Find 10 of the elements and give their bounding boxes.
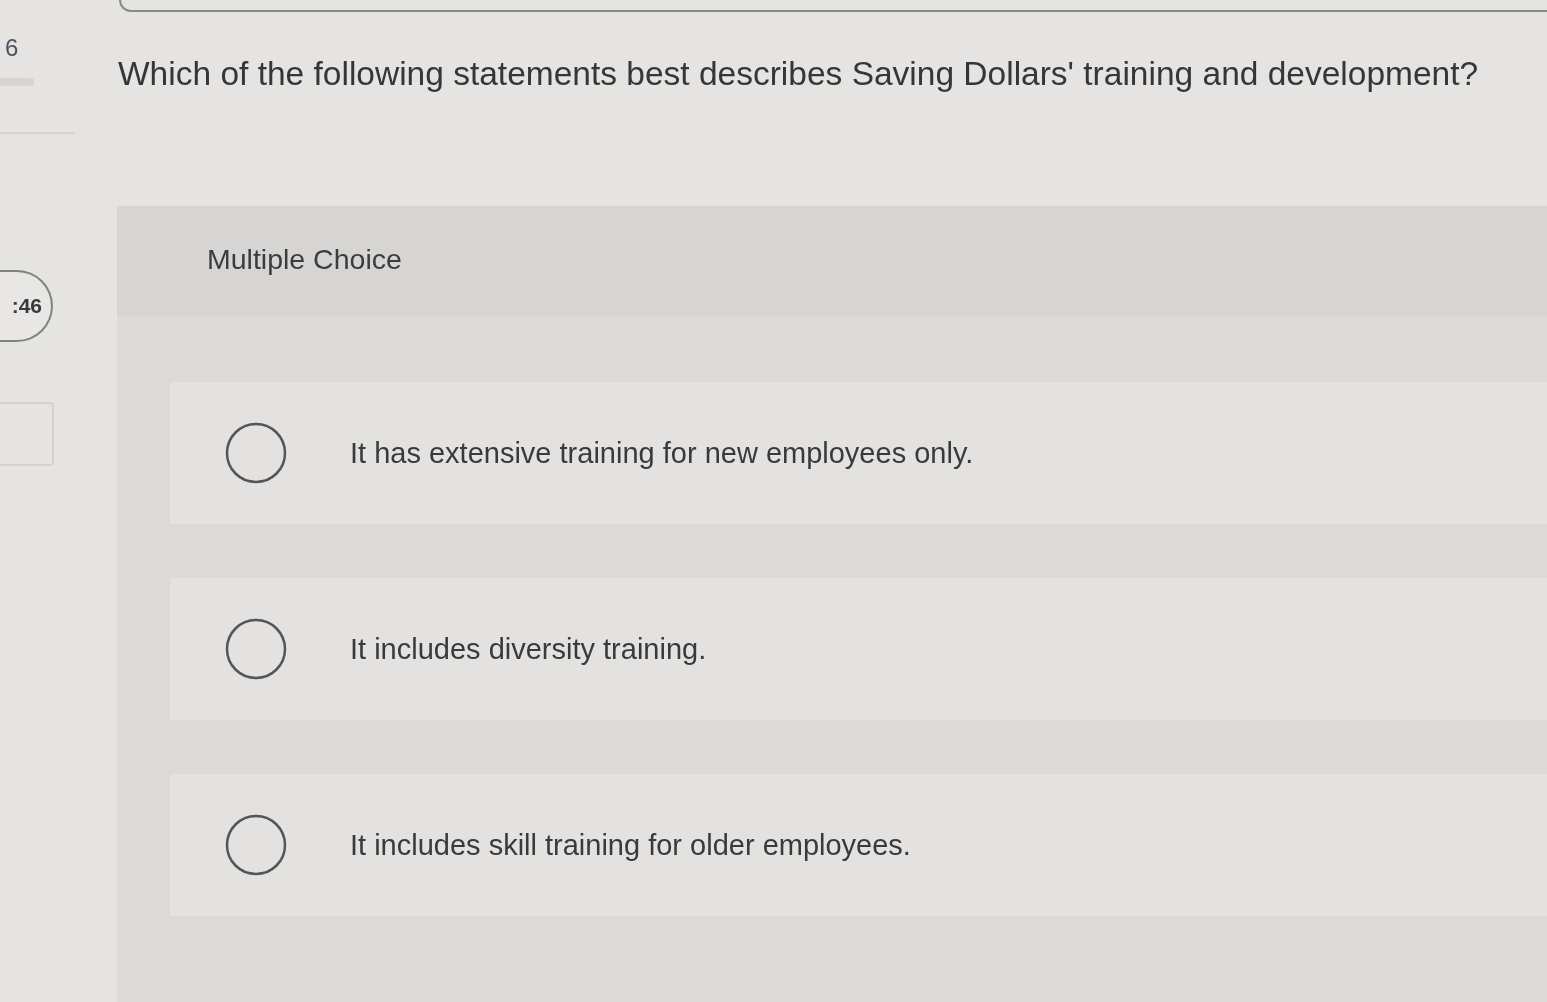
question-number: 6 — [5, 34, 19, 62]
option-text: It includes diversity training. — [350, 632, 707, 666]
option-text: It has extensive training for new employees only. — [350, 436, 974, 470]
radio-button[interactable] — [225, 814, 287, 876]
question-type: Multiple Choice — [207, 242, 402, 276]
radio-button[interactable] — [225, 422, 287, 484]
radio-button[interactable] — [225, 618, 287, 680]
option-text: It includes skill training for older employees. — [350, 828, 911, 862]
question-text: Which of the following statements best describes Saving Dollars' training and development? — [118, 54, 1480, 94]
timer-text: :46 — [11, 294, 42, 318]
